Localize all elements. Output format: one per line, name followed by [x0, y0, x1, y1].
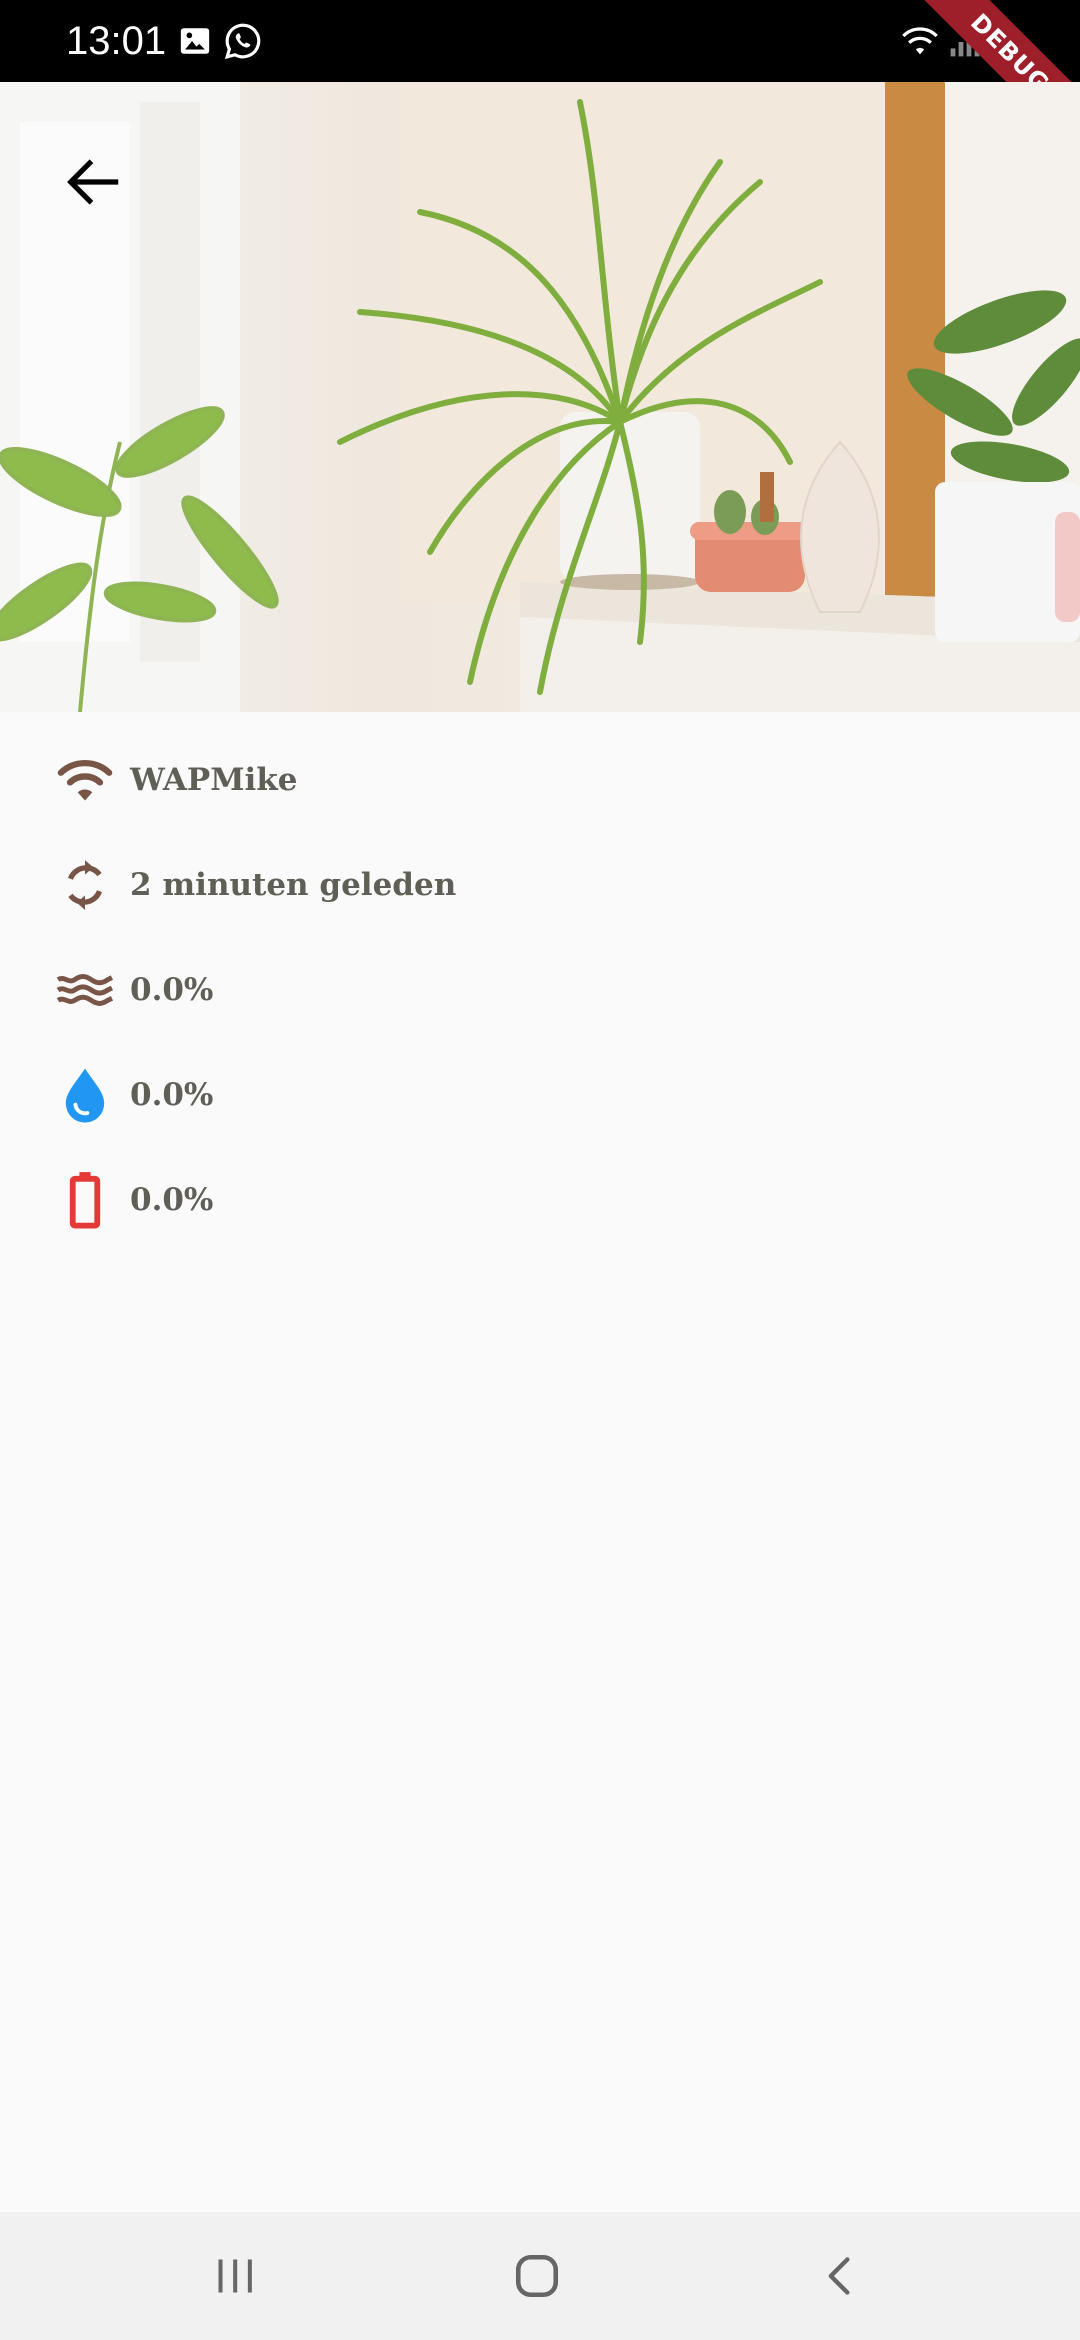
arrow-back-icon	[67, 159, 119, 205]
gallery-icon	[178, 24, 212, 62]
wifi-icon	[900, 24, 940, 62]
wifi-icon	[54, 749, 116, 811]
sync-icon	[54, 854, 116, 916]
home-button[interactable]	[477, 2232, 597, 2320]
water-drop-icon	[54, 1064, 116, 1126]
plant-photo	[0, 82, 1080, 712]
system-back-button[interactable]	[780, 2232, 900, 2320]
water-row: 0.0%	[54, 1060, 213, 1130]
battery-icon	[54, 1169, 116, 1231]
wifi-name: WAPMike	[130, 762, 298, 798]
home-icon	[515, 2254, 559, 2298]
back-icon	[828, 2257, 850, 2295]
whatsapp-icon	[224, 22, 262, 64]
last-sync-text: 2 minuten geleden	[130, 867, 457, 903]
moisture-row: 0.0%	[54, 955, 213, 1025]
recent-apps-icon	[218, 2259, 252, 2293]
status-time: 13:01	[66, 19, 167, 63]
last-sync-row: 2 minuten geleden	[54, 850, 456, 920]
waves-icon	[54, 959, 116, 1021]
battery-row: 0.0%	[54, 1165, 213, 1235]
back-button[interactable]	[50, 140, 134, 224]
recent-apps-button[interactable]	[175, 2232, 295, 2320]
wifi-row: WAPMike	[54, 745, 298, 815]
status-bar: 13:01 DEBUG	[0, 0, 1080, 176]
plant-detail-screen: 13:01 DEBUG WAPMike 2 minuten geleden 0.…	[0, 0, 1080, 2340]
system-nav-bar	[0, 2212, 1080, 2340]
battery-value: 0.0%	[130, 1182, 214, 1218]
moisture-value: 0.0%	[130, 972, 214, 1008]
water-value: 0.0%	[130, 1077, 214, 1113]
